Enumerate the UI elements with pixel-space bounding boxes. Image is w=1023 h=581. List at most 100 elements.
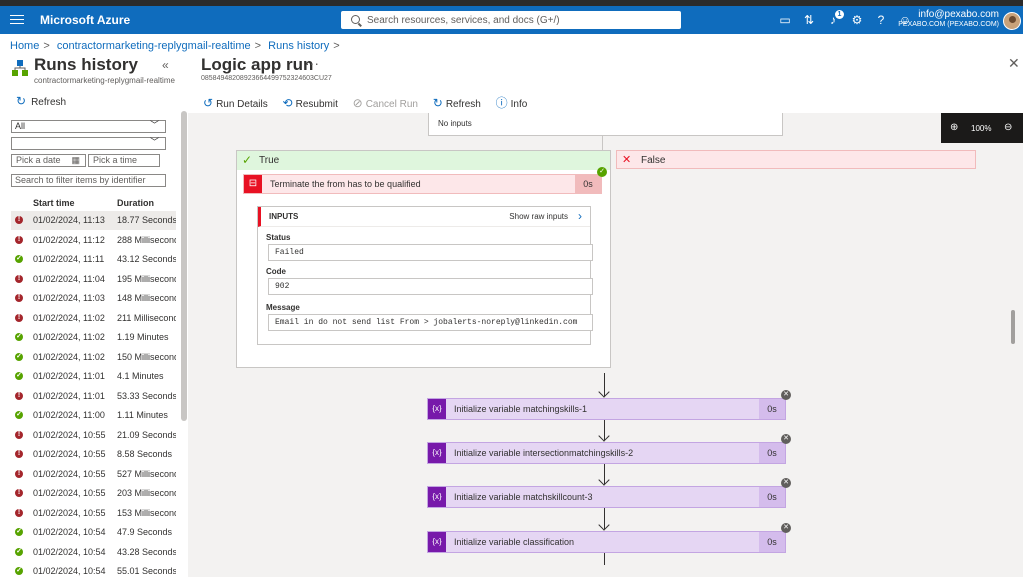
- run-duration: 288 Milliseconds: [117, 234, 176, 245]
- run-row[interactable]: ✓ 01/02/2024, 11:02 1.19 Minutes: [11, 328, 176, 347]
- true-branch-header[interactable]: ✓ True: [237, 151, 610, 170]
- date-picker[interactable]: Pick a date ▦: [11, 154, 86, 167]
- menu-icon[interactable]: [10, 12, 24, 26]
- run-start-time: 01/02/2024, 11:00: [33, 410, 105, 420]
- run-duration: 1.11 Minutes: [117, 410, 168, 420]
- zoom-out-icon[interactable]: ⊖: [1004, 122, 1012, 133]
- run-start-time: 01/02/2024, 10:55: [33, 468, 106, 479]
- initialize-variable-action[interactable]: {x} Initialize variable classification 0s ✕: [427, 523, 791, 553]
- variable-icon: {x}: [428, 443, 446, 463]
- run-row[interactable]: ✓ 01/02/2024, 10:54 55.01 Seconds: [11, 562, 176, 581]
- run-duration: 153 Milliseconds: [117, 507, 176, 518]
- succeeded-status-icon: ✓: [15, 352, 23, 361]
- chevron-down-icon: ﹀: [149, 137, 159, 147]
- run-row[interactable]: ! 01/02/2024, 11:13 18.77 Seconds: [11, 211, 176, 230]
- azure-top-bar: Microsoft Azure ▭ ⇅ ♪1 ⚙ ? ☺ info@pexabo…: [0, 6, 1023, 34]
- info-icon: ⓘ: [495, 96, 508, 110]
- terminate-icon: ⊟: [244, 175, 262, 193]
- variable-icon: {x}: [428, 399, 446, 419]
- variable-action-duration: 0s: [759, 443, 785, 463]
- chevron-down-icon: ﹀: [149, 120, 159, 130]
- brand-link[interactable]: Microsoft Azure: [40, 13, 130, 27]
- avatar[interactable]: [1003, 12, 1021, 30]
- terminate-action[interactable]: ⊟ Terminate the from has to be qualified…: [243, 167, 607, 194]
- failed-status-icon: !: [15, 391, 23, 400]
- identifier-search-input[interactable]: Search to filter items by identifier: [11, 174, 166, 187]
- status-label: Status: [266, 233, 291, 242]
- run-start-time: 01/02/2024, 10:55: [33, 507, 106, 518]
- help-icon[interactable]: ?: [874, 13, 888, 27]
- notifications-icon[interactable]: ♪ 1: [826, 10, 844, 27]
- run-row[interactable]: ! 01/02/2024, 11:12 288 Milliseconds: [11, 231, 176, 250]
- success-check-icon: ✓: [597, 167, 607, 177]
- run-row[interactable]: ! 01/02/2024, 10:55 153 Milliseconds: [11, 504, 176, 523]
- variable-action-label: Initialize variable matchskillcount-3: [454, 492, 593, 502]
- more-options-icon[interactable]: ···: [305, 55, 319, 71]
- run-start-time: 01/02/2024, 11:12: [33, 234, 105, 245]
- resubmit-button[interactable]: ⟲ Resubmit: [283, 96, 338, 110]
- initialize-variable-action[interactable]: {x} Initialize variable matchingskills-1 0…: [427, 390, 791, 420]
- canvas-scrollbar[interactable]: [1011, 310, 1015, 344]
- run-row[interactable]: ! 01/02/2024, 10:55 527 Milliseconds: [11, 465, 176, 484]
- run-row[interactable]: ! 01/02/2024, 11:04 195 Milliseconds: [11, 270, 176, 289]
- run-row[interactable]: ✓ 01/02/2024, 10:54 43.28 Seconds: [11, 543, 176, 562]
- run-row[interactable]: ! 01/02/2024, 10:55 203 Milliseconds: [11, 484, 176, 503]
- run-row[interactable]: ✓ 01/02/2024, 11:11 43.12 Seconds: [11, 250, 176, 269]
- run-row[interactable]: ! 01/02/2024, 11:01 53.33 Seconds: [11, 387, 176, 406]
- run-row[interactable]: ! 01/02/2024, 11:02 211 Milliseconds: [11, 309, 176, 328]
- cancel-run-button[interactable]: ⊘ Cancel Run: [353, 96, 418, 110]
- skipped-status-icon: ✕: [781, 434, 791, 444]
- close-icon[interactable]: ✕: [1008, 55, 1020, 72]
- run-row[interactable]: ! 01/02/2024, 11:03 148 Milliseconds: [11, 289, 176, 308]
- run-row[interactable]: ✓ 01/02/2024, 11:00 1.11 Minutes: [11, 406, 176, 425]
- initialize-variable-action[interactable]: {x} Initialize variable matchskillcount-3…: [427, 478, 791, 508]
- directory-filter-icon[interactable]: ⇅: [802, 13, 816, 27]
- chevron-right-icon: ›: [578, 209, 582, 223]
- run-duration: 43.12 Seconds: [117, 254, 176, 264]
- run-row[interactable]: ✓ 01/02/2024, 11:01 4.1 Minutes: [11, 367, 176, 386]
- variable-action-duration: 0s: [759, 399, 785, 419]
- account-menu[interactable]: info@pexabo.com PEXABO.COM (PEXABO.COM): [898, 10, 999, 30]
- info-button[interactable]: ⓘ Info: [496, 94, 528, 111]
- notification-badge: 1: [835, 10, 844, 19]
- settings-gear-icon[interactable]: ⚙: [850, 13, 864, 27]
- cancel-icon: ⊘: [352, 96, 363, 110]
- time-picker[interactable]: Pick a time: [88, 154, 160, 167]
- flow-arrow: [604, 373, 605, 396]
- global-search[interactable]: [341, 11, 681, 29]
- breadcrumb-runs-history[interactable]: Runs history: [268, 40, 329, 52]
- breadcrumb-logic-app[interactable]: contractormarketing-replygmail-realtime: [57, 40, 251, 52]
- run-start-time: 01/02/2024, 10:54: [33, 546, 106, 557]
- false-branch-header[interactable]: ✕ False: [616, 150, 976, 169]
- run-details-button[interactable]: ↺ Run Details: [203, 96, 268, 110]
- secondary-filter-dropdown[interactable]: ﹀: [11, 137, 166, 150]
- flow-connector: [604, 553, 605, 565]
- collapse-blade-icon[interactable]: «: [162, 58, 169, 72]
- logic-app-name: contractormarketing-replygmail-realtime: [34, 76, 175, 85]
- failed-status-icon: !: [15, 274, 23, 283]
- breadcrumb-home[interactable]: Home: [10, 40, 39, 52]
- cloud-shell-icon[interactable]: ▭: [778, 13, 792, 27]
- show-raw-inputs-link[interactable]: Show raw inputs: [509, 212, 568, 221]
- run-row[interactable]: ! 01/02/2024, 10:55 8.58 Seconds: [11, 445, 176, 464]
- left-scrollbar[interactable]: [181, 111, 187, 421]
- run-start-time: 01/02/2024, 11:03: [33, 293, 105, 303]
- run-row[interactable]: ✓ 01/02/2024, 11:02 150 Milliseconds: [11, 348, 176, 367]
- status-filter-dropdown[interactable]: All ﹀: [11, 120, 166, 133]
- account-org: PEXABO.COM (PEXABO.COM): [898, 21, 999, 28]
- run-row[interactable]: ! 01/02/2024, 10:55 21.09 Seconds: [11, 426, 176, 445]
- run-duration: 4.1 Minutes: [117, 371, 164, 381]
- search-input[interactable]: [367, 13, 667, 27]
- zoom-in-icon[interactable]: ⊕: [950, 122, 958, 133]
- designer-canvas[interactable]: No inputs ✓ True ⊟ Terminate the from ha…: [188, 113, 1023, 577]
- run-row[interactable]: ✓ 01/02/2024, 10:54 47.9 Seconds: [11, 523, 176, 542]
- refresh-button[interactable]: ↻ Refresh: [433, 96, 481, 110]
- initialize-variable-action[interactable]: {x} Initialize variable intersectionmatch…: [427, 434, 791, 464]
- run-duration: 55.01 Seconds: [117, 566, 176, 576]
- failed-status-icon: !: [15, 508, 23, 517]
- variable-action-label: Initialize variable matchingskills-1: [454, 404, 588, 414]
- col-duration: Duration: [117, 198, 154, 208]
- run-start-time: 01/02/2024, 11:02: [33, 351, 105, 362]
- run-duration: 211 Milliseconds: [117, 312, 176, 323]
- left-refresh-button[interactable]: ↻ Refresh: [16, 94, 66, 108]
